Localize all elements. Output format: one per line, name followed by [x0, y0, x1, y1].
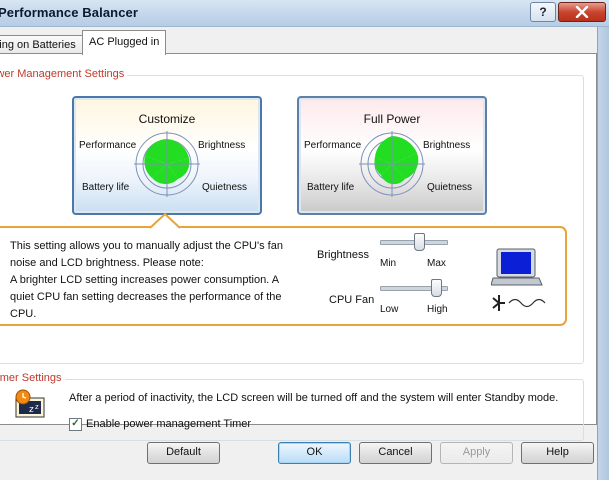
default-button[interactable]: Default — [147, 442, 220, 464]
enable-timer-checkbox[interactable]: ✓ — [69, 418, 82, 431]
label-quietness: Quietness — [427, 182, 473, 193]
svg-text:z: z — [35, 403, 39, 411]
brightness-max-label: Max — [427, 258, 446, 269]
mode-title: Customize — [138, 112, 196, 126]
laptop-icon — [491, 248, 543, 286]
label-performance: Performance — [79, 140, 137, 151]
cpu-fan-high-label: High — [427, 304, 448, 315]
ok-button[interactable]: OK — [278, 442, 351, 464]
tab-ac-plugged-in[interactable]: AC Plugged in — [82, 30, 167, 55]
brightness-min-label: Min — [380, 258, 397, 269]
cpu-fan-label: CPU Fan — [329, 294, 375, 306]
callout-pointer — [150, 213, 180, 229]
tab-label: Running on Batteries — [0, 39, 76, 51]
label-brightness: Brightness — [423, 140, 471, 151]
enable-timer-label[interactable]: Enable power management Timer — [86, 418, 251, 430]
cancel-button[interactable]: Cancel — [359, 442, 432, 464]
radar-chart-icon — [134, 131, 200, 197]
dialog-client: Running on Batteries AC Plugged in Power… — [0, 27, 597, 480]
timer-monitor-icon: z z — [15, 389, 45, 418]
customize-settings-callout: This setting allows you to manually adju… — [0, 226, 567, 326]
label-quietness: Quietness — [202, 182, 248, 193]
radar-chart-icon — [359, 131, 425, 197]
cpu-fan-slider-thumb[interactable] — [431, 279, 443, 297]
mode-title: Full Power — [363, 112, 421, 126]
tab-panel: Power Management Settings Customize Perf… — [0, 53, 597, 441]
timer-message: After a period of inactivity, the LCD sc… — [69, 392, 559, 404]
fan-icon — [492, 295, 546, 311]
label-brightness: Brightness — [198, 140, 246, 151]
close-icon — [575, 5, 589, 19]
close-button[interactable] — [558, 2, 606, 22]
tab-label: AC Plugged in — [89, 36, 160, 48]
label-battery-life: Battery life — [82, 182, 130, 193]
timer-group-label: Timer Settings — [0, 372, 65, 384]
window-title: Performance Balancer — [0, 5, 139, 20]
title-help-button[interactable]: ? — [530, 2, 556, 22]
customize-description: This setting allows you to manually adju… — [10, 240, 283, 320]
customize-mode-card[interactable]: Customize Performance Brightness Battery… — [72, 96, 262, 215]
window-frame-edge — [597, 27, 609, 480]
brightness-slider-thumb[interactable] — [414, 233, 426, 251]
cpu-fan-low-label: Low — [380, 304, 399, 315]
brightness-label: Brightness — [317, 249, 369, 261]
timer-group — [0, 379, 584, 441]
power-management-group-label: Power Management Settings — [0, 68, 128, 80]
help-button[interactable]: Help — [521, 442, 594, 464]
svg-text:z: z — [29, 405, 34, 415]
title-bar: Performance Balancer ? — [0, 0, 609, 27]
label-battery-life: Battery life — [307, 182, 355, 193]
apply-button[interactable]: Apply — [440, 442, 513, 464]
label-performance: Performance — [304, 140, 362, 151]
full-power-mode-card[interactable]: Full Power Performance Brightness Batter… — [297, 96, 487, 215]
